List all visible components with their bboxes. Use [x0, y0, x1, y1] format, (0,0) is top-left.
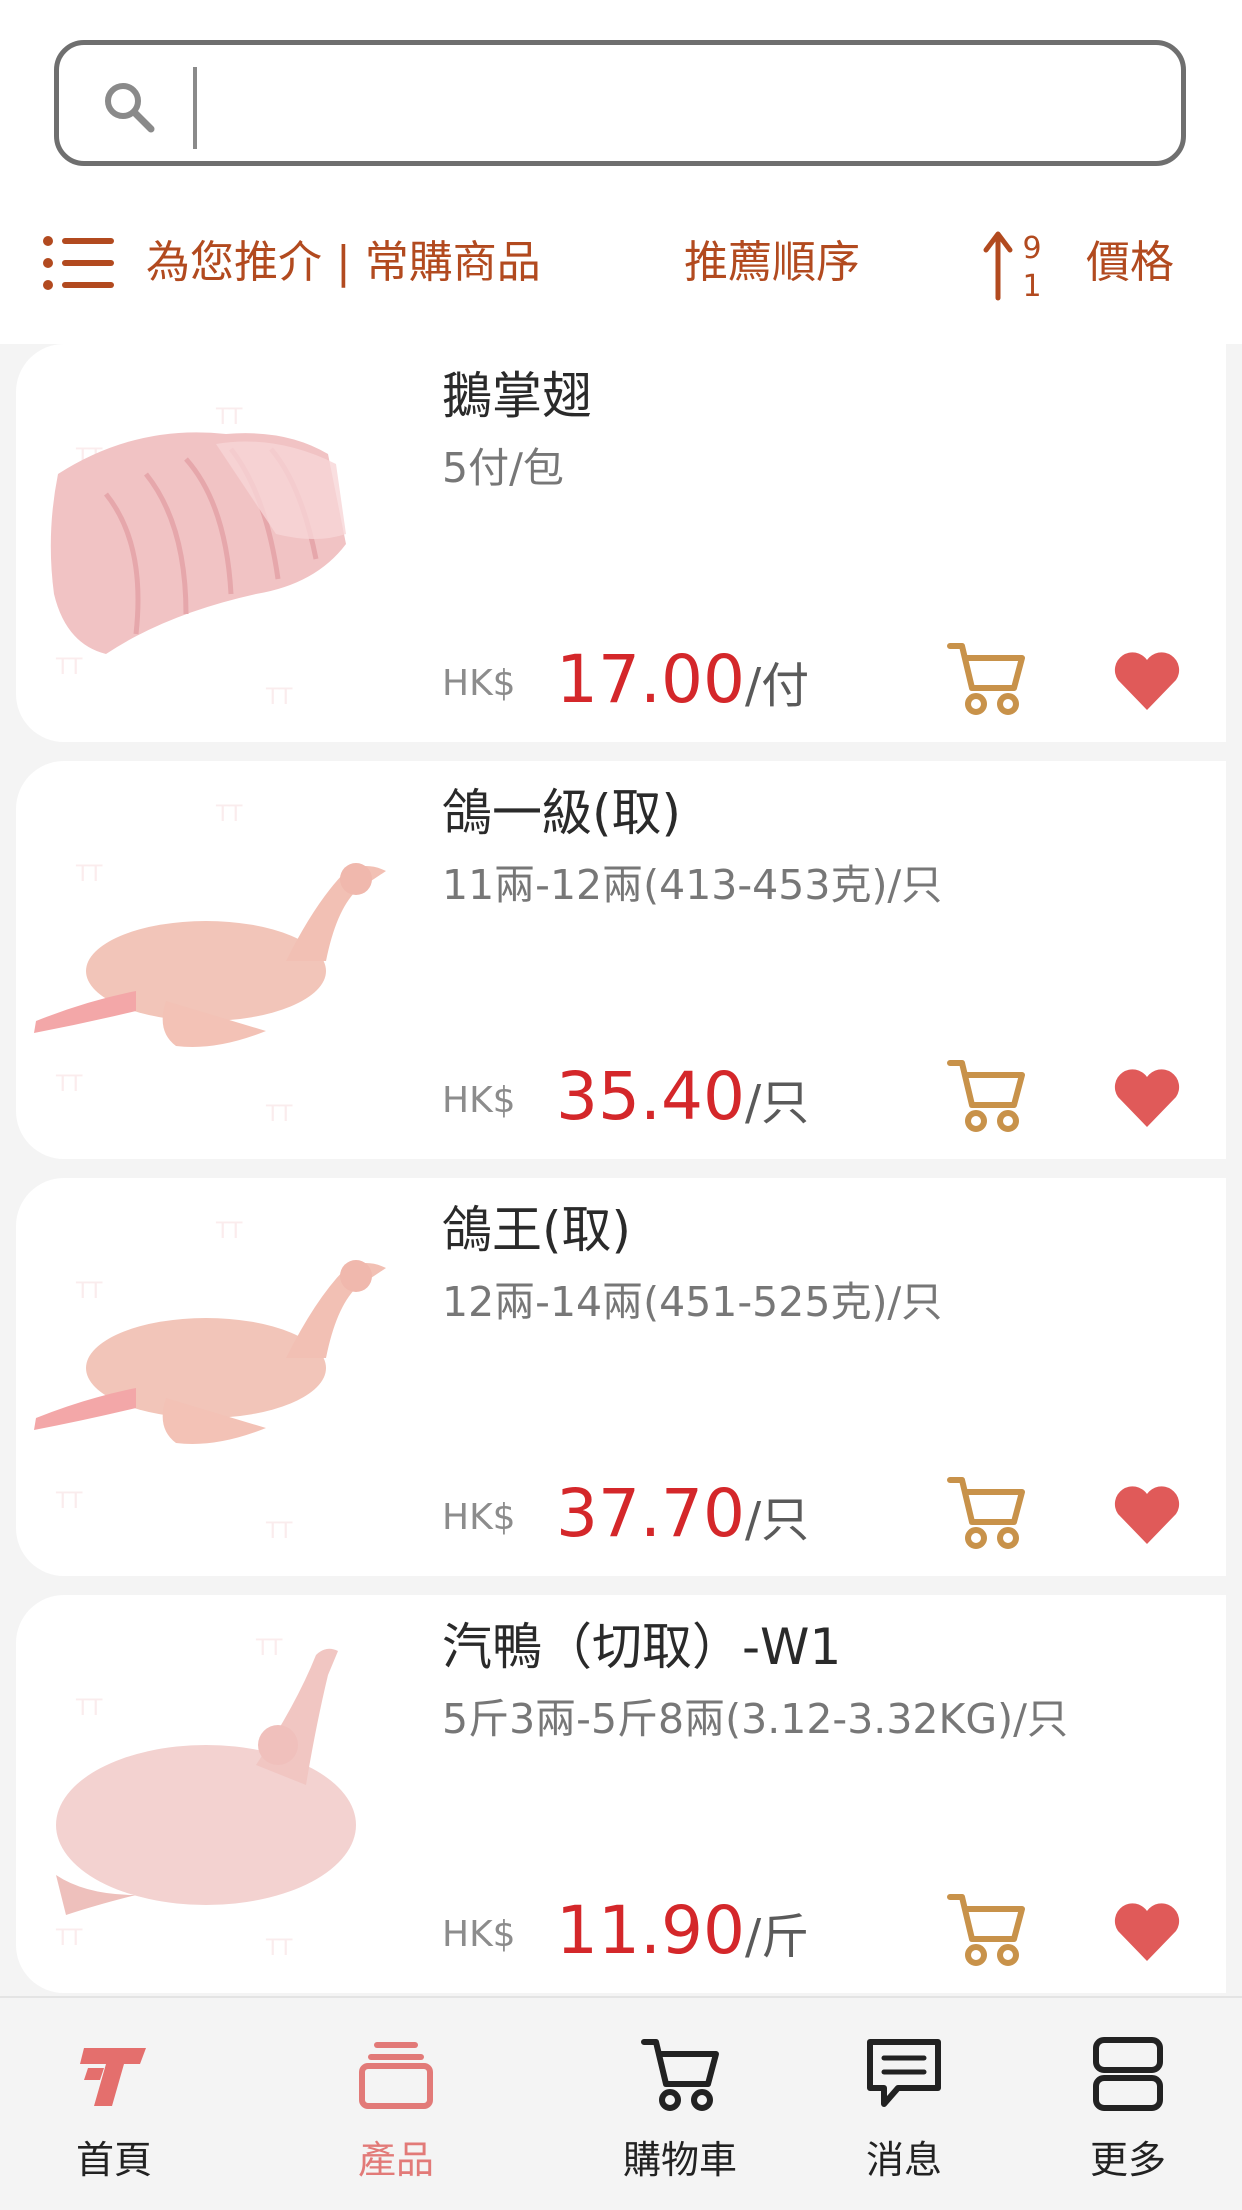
cart-icon [641, 2039, 719, 2111]
list-menu-icon[interactable] [42, 234, 116, 292]
svg-text:9: 9 [1022, 231, 1041, 266]
svg-text:TT: TT [255, 1636, 283, 1661]
favorite-heart-icon[interactable] [1112, 1901, 1182, 1963]
more-icon [1093, 2037, 1163, 2111]
svg-text:TT: TT [265, 685, 293, 710]
sort-order-button[interactable]: 推薦順序 [684, 234, 860, 292]
svg-text:TT: TT [215, 1219, 243, 1244]
products-icon [359, 2042, 433, 2109]
product-price: 17.00/付 [556, 640, 809, 726]
product-name: 鴿王(取) [442, 1201, 632, 1259]
product-name: 鴿一級(取) [442, 784, 682, 842]
tab-messages[interactable]: 消息 [794, 1998, 1014, 2210]
price-value: 11.90 [556, 1892, 745, 1969]
price-value: 17.00 [556, 641, 745, 718]
product-card[interactable]: TT TT TT TT 汽鴨（切取）-W1 5斤3兩-5斤8兩(3.12-3.3… [16, 1595, 1226, 1993]
product-price: 11.90/斤 [556, 1891, 809, 1977]
tab-products-label: 產品 [357, 2138, 434, 2182]
price-currency: HK$ [442, 663, 516, 704]
message-icon [867, 2039, 941, 2107]
price-unit: /只 [744, 1492, 810, 1548]
favorite-heart-icon[interactable] [1112, 1067, 1182, 1129]
tab-home-label: 首頁 [75, 2138, 152, 2182]
product-spec: 5斤3兩-5斤8兩(3.12-3.32KG)/只 [442, 1695, 1068, 1743]
bottom-tab-bar: 首頁 產品 購物車 消息 更多 [0, 1996, 1242, 2208]
price-unit: /付 [744, 658, 810, 714]
filter-bar: 為您推介 | 常購商品 推薦順序 9 1 價格 [0, 220, 1242, 310]
tab-cart[interactable]: 購物車 [570, 1998, 790, 2210]
svg-text:TT: TT [265, 1102, 293, 1127]
tab-home[interactable]: 首頁 [4, 1998, 224, 2210]
svg-text:TT: TT [55, 1926, 83, 1951]
text-cursor [193, 67, 197, 149]
price-currency: HK$ [442, 1080, 516, 1121]
product-image[interactable]: TT TT TT TT [16, 1178, 426, 1576]
tab-products[interactable]: 產品 [286, 1998, 506, 2210]
search-icon [105, 83, 155, 133]
product-spec: 5付/包 [442, 444, 564, 492]
product-name: 鵝掌翅 [442, 367, 592, 425]
price-unit: /只 [744, 1075, 810, 1131]
tab-more-label: 更多 [1089, 2138, 1166, 2182]
svg-text:TT: TT [265, 1936, 293, 1961]
favorite-heart-icon[interactable] [1112, 1484, 1182, 1546]
add-to-cart-icon[interactable] [946, 640, 1026, 718]
tab-cart-label: 購物車 [622, 2138, 737, 2182]
product-name: 汽鴨（切取）-W1 [442, 1618, 842, 1676]
home-logo-icon [80, 2048, 146, 2106]
svg-text:1: 1 [1022, 269, 1041, 302]
price-currency: HK$ [442, 1497, 516, 1538]
add-to-cart-icon[interactable] [946, 1891, 1026, 1969]
product-card[interactable]: TT TT TT TT 鵝掌翅 5付/包 HK$ 17.00/付 [16, 344, 1226, 742]
svg-text:TT: TT [215, 802, 243, 827]
search-input[interactable] [54, 40, 1186, 166]
product-price: 35.40/只 [556, 1057, 809, 1143]
price-sort-button[interactable]: 價格 [1086, 234, 1174, 292]
product-card[interactable]: TT TT TT TT 鴿王(取) 12兩-14兩(451-525克)/只 HK… [16, 1178, 1226, 1576]
price-unit: /斤 [744, 1909, 810, 1965]
recommend-filter[interactable]: 為您推介 | 常購商品 [146, 234, 541, 292]
price-value: 37.70 [556, 1475, 745, 1552]
svg-text:TT: TT [55, 655, 83, 680]
svg-text:TT: TT [55, 1072, 83, 1097]
sort-ascending-icon[interactable]: 9 1 [982, 226, 1048, 302]
svg-text:TT: TT [265, 1519, 293, 1544]
tab-more[interactable]: 更多 [1018, 1998, 1238, 2210]
product-image[interactable]: TT TT TT TT [16, 1595, 426, 1993]
svg-text:TT: TT [75, 1696, 103, 1721]
product-list[interactable]: TT TT TT TT 鵝掌翅 5付/包 HK$ 17.00/付 [16, 344, 1226, 1996]
add-to-cart-icon[interactable] [946, 1057, 1026, 1135]
product-card[interactable]: TT TT TT TT 鴿一級(取) 11兩-12兩(413-453克)/只 H… [16, 761, 1226, 1159]
product-image[interactable]: TT TT TT TT [16, 344, 426, 742]
svg-text:TT: TT [75, 862, 103, 887]
top-header: 為您推介 | 常購商品 推薦順序 9 1 價格 [0, 0, 1242, 344]
product-spec: 11兩-12兩(413-453克)/只 [442, 861, 943, 909]
price-currency: HK$ [442, 1914, 516, 1955]
favorite-heart-icon[interactable] [1112, 650, 1182, 712]
price-value: 35.40 [556, 1058, 745, 1135]
product-spec: 12兩-14兩(451-525克)/只 [442, 1278, 943, 1326]
svg-text:TT: TT [55, 1489, 83, 1514]
product-image[interactable]: TT TT TT TT [16, 761, 426, 1159]
product-price: 37.70/只 [556, 1474, 809, 1560]
svg-text:TT: TT [215, 405, 243, 430]
tab-messages-label: 消息 [865, 2138, 942, 2182]
svg-text:TT: TT [75, 1279, 103, 1304]
add-to-cart-icon[interactable] [946, 1474, 1026, 1552]
